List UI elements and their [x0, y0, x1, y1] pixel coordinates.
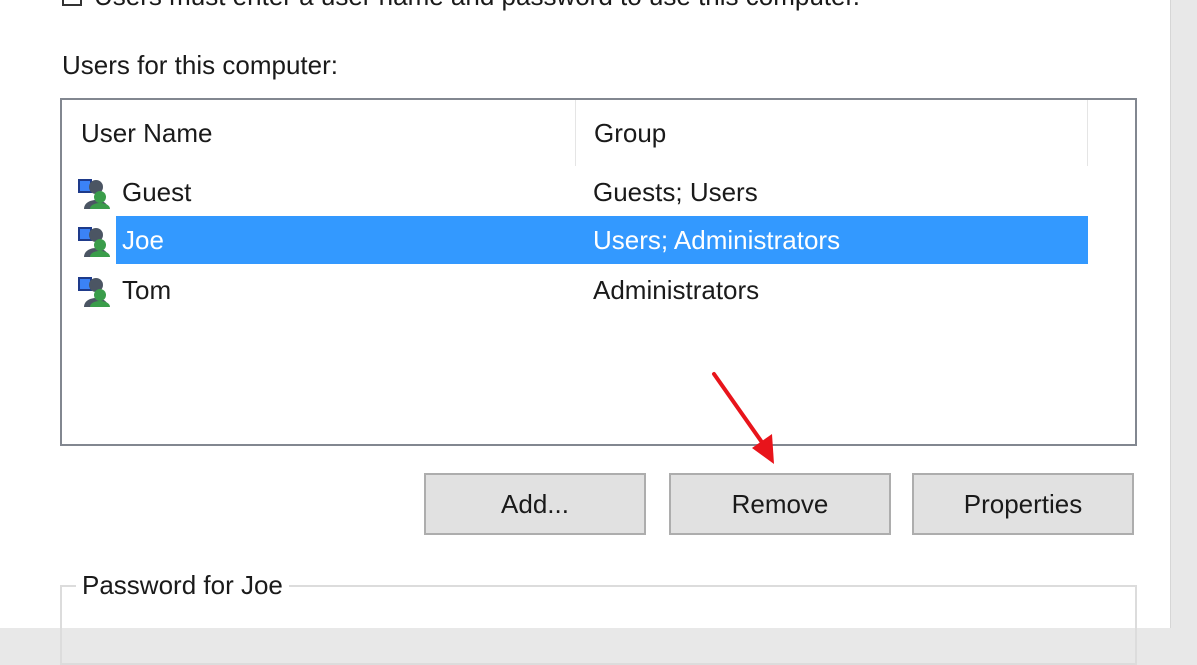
remove-user-button[interactable]: Remove — [669, 473, 891, 535]
require-password-label: Users must enter a user name and passwor… — [94, 0, 860, 12]
list-item-joe[interactable]: Joe Users; Administrators — [62, 216, 1088, 264]
user-group-icon — [78, 179, 110, 209]
red-arrow-annotation — [712, 372, 774, 464]
user-name-cell: Tom — [122, 274, 172, 305]
user-accounts-dialog: Users must enter a user name and passwor… — [0, 0, 1171, 665]
user-group-icon — [78, 277, 110, 307]
group-cell: Administrators — [593, 274, 760, 305]
list-item-tom[interactable]: Tom Administrators — [62, 266, 1088, 314]
group-cell: Users; Administrators — [593, 224, 841, 255]
user-group-icon — [78, 227, 110, 257]
user-name-cell: Joe — [122, 224, 164, 255]
require-password-option[interactable]: Users must enter a user name and passwor… — [62, 0, 860, 12]
group-cell: Guests; Users — [593, 176, 758, 207]
list-header: User Name Group — [62, 100, 1088, 166]
users-list[interactable]: User Name Group Guest Guests; Users Joe … — [60, 98, 1137, 446]
user-name-cell: Guest — [122, 176, 192, 207]
properties-button[interactable]: Properties — [912, 473, 1134, 535]
column-header-user-name[interactable]: User Name — [62, 100, 576, 166]
list-item-guest[interactable]: Guest Guests; Users — [62, 168, 1088, 216]
password-groupbox-label: Password for Joe — [76, 570, 289, 601]
column-header-group[interactable]: Group — [576, 100, 1088, 166]
add-user-button[interactable]: Add... — [424, 473, 646, 535]
users-list-label: Users for this computer: — [62, 50, 338, 80]
require-password-checkbox[interactable] — [62, 0, 82, 6]
